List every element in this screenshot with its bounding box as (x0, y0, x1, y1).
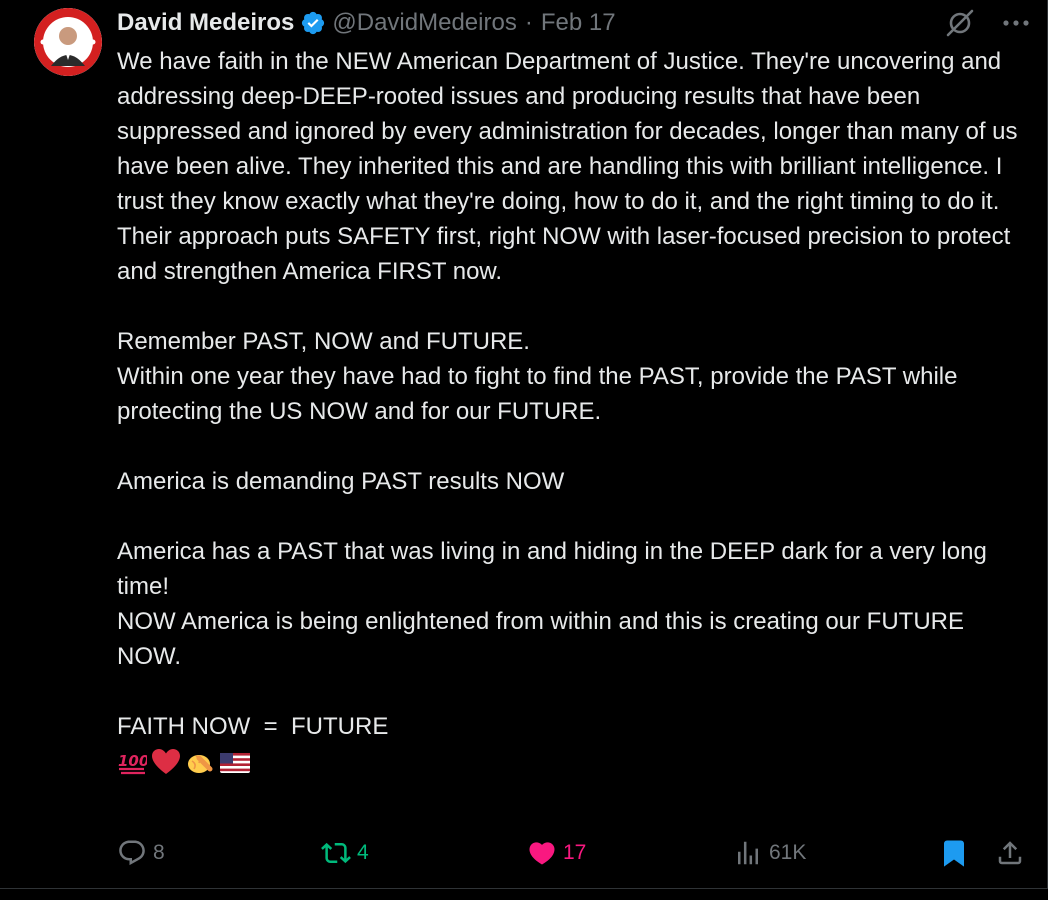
more-icon[interactable] (1001, 8, 1031, 38)
hundred-points-emoji: 100 (117, 747, 149, 777)
verified-badge-icon (300, 10, 326, 36)
pointing-hand-emoji (185, 747, 215, 777)
author-handle[interactable]: @DavidMedeiros (332, 9, 516, 37)
tweet-date[interactable]: Feb 17 (541, 9, 616, 37)
author-name[interactable]: David Medeiros (117, 9, 294, 37)
author-avatar[interactable] (34, 8, 102, 76)
retweet-count: 4 (357, 841, 369, 864)
tweet-paragraph: FAITH NOW = FUTURE (117, 713, 389, 740)
speech-bubble-icon (117, 838, 147, 868)
header-actions (945, 8, 1031, 38)
tweet-card[interactable]: David Medeiros @DavidMedeiros · Feb 17 W… (0, 0, 1048, 888)
views-count: 61K (769, 841, 807, 864)
tweet-text: We have faith in the NEW American Depart… (117, 44, 1022, 778)
share-icon (995, 838, 1025, 868)
like-button[interactable]: 17 (527, 835, 586, 871)
tweet-paragraph: Within one year they have had to fight t… (117, 363, 958, 425)
action-bar: 8 4 17 61K (117, 835, 1027, 871)
separator-dot: · (524, 9, 533, 36)
tweet-paragraph: NOW America is being enlightened from wi… (117, 608, 965, 670)
tweet-paragraph: America has a PAST that was living in an… (117, 538, 987, 600)
like-count: 17 (563, 841, 587, 864)
bar-chart-icon (733, 838, 763, 868)
share-button[interactable] (995, 835, 1025, 871)
tweet-paragraph: America is demanding PAST results NOW (117, 468, 565, 495)
grok-icon[interactable] (945, 8, 975, 38)
avatar-image (34, 8, 102, 76)
retweet-button[interactable]: 4 (321, 835, 369, 871)
views-button[interactable]: 61K (733, 835, 806, 871)
red-heart-emoji (151, 747, 181, 777)
us-flag-emoji (219, 747, 250, 777)
bookmark-button[interactable] (939, 835, 969, 871)
svg-text:100: 100 (118, 752, 147, 770)
reply-button[interactable]: 8 (117, 835, 165, 871)
bookmark-icon (939, 838, 969, 868)
heart-icon (527, 838, 557, 868)
retweet-icon (321, 838, 351, 868)
reply-count: 8 (153, 841, 165, 864)
tweet-paragraph: We have faith in the NEW American Depart… (117, 48, 1018, 285)
emoji-row: 100 (117, 746, 1022, 778)
divider (0, 888, 1048, 889)
tweet-paragraph: Remember PAST, NOW and FUTURE. (117, 328, 530, 355)
tweet-header: David Medeiros @DavidMedeiros · Feb 17 (117, 6, 616, 40)
